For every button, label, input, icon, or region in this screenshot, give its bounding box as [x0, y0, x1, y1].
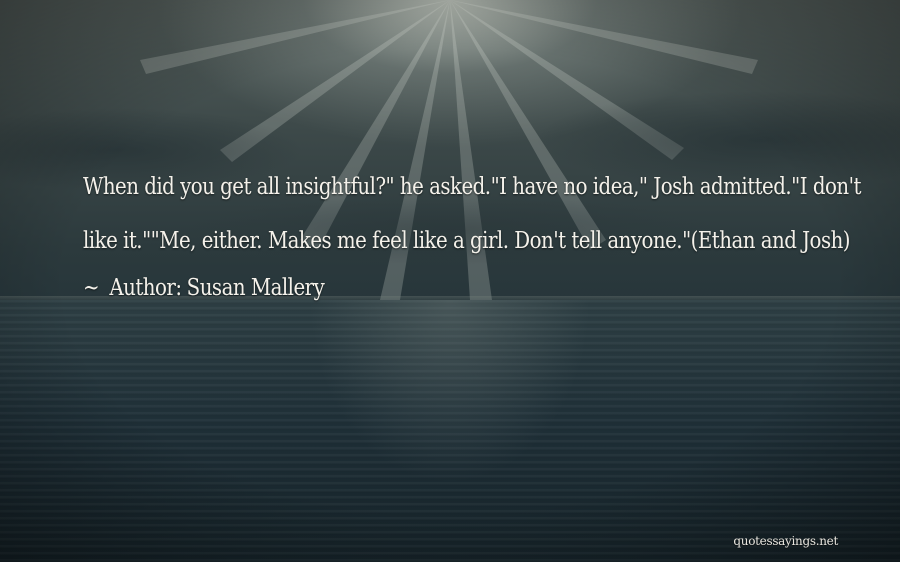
quote-text: When did you get all insightful?" he ask…: [83, 174, 861, 254]
tilde-icon: ~: [83, 275, 100, 301]
quote-block: When did you get all insightful?" he ask…: [83, 160, 863, 308]
site-watermark: quotessayings.net: [733, 534, 838, 548]
author-line: ~ Author: Susan Mallery: [83, 268, 754, 308]
author-name: Susan Mallery: [186, 275, 325, 301]
author-label: Author:: [109, 275, 182, 301]
